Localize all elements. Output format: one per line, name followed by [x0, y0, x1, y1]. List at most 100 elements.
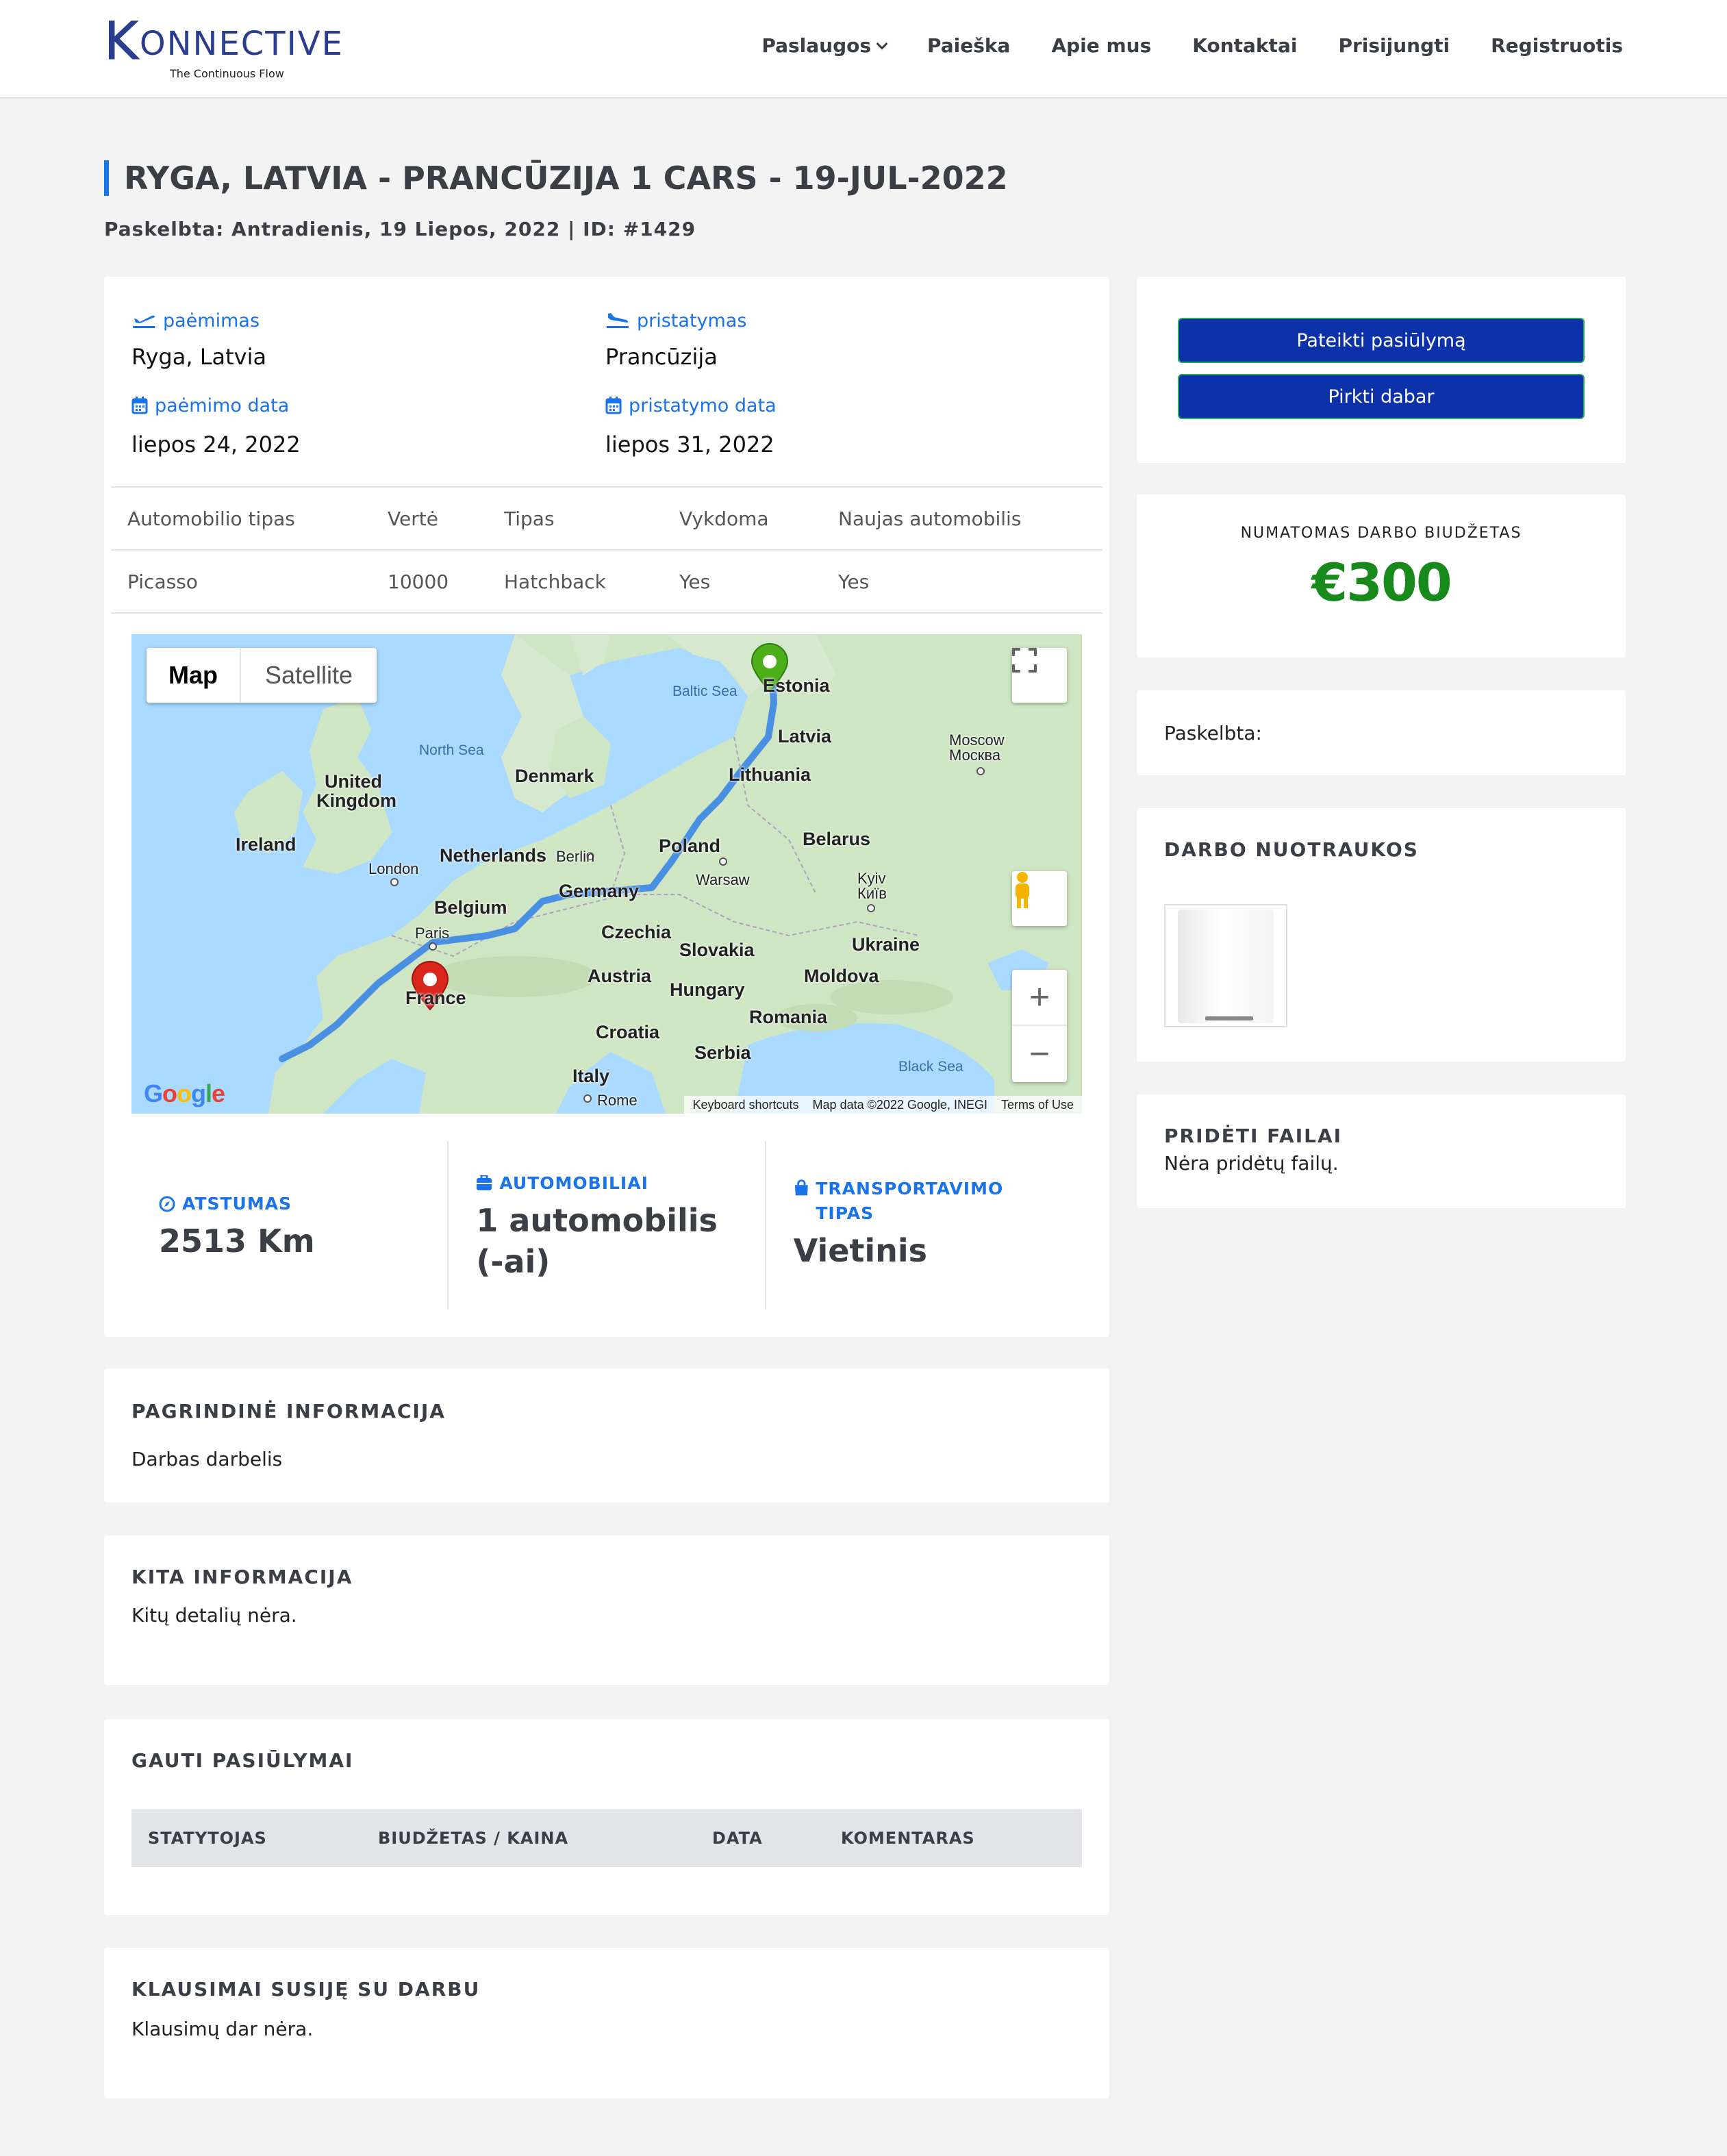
table-header-row: Automobilio tipas Vertė Tipas Vykdoma Na…	[111, 486, 1102, 550]
nav-services[interactable]: Paslaugos	[761, 34, 888, 57]
map-label: Denmark	[515, 766, 594, 786]
map-label: Kingdom	[316, 790, 396, 811]
bids-table-header: STATYTOJAS BIUDŽETAS / KAINA DATA KOMENT…	[131, 1809, 1082, 1867]
page-title: RYGA, LATVIA - PRANCŪZIJA 1 CARS - 19-JU…	[104, 160, 1008, 196]
chevron-down-icon	[876, 38, 888, 49]
terms-link[interactable]: Terms of Use	[1001, 1098, 1074, 1112]
table-cell: Hatchback	[488, 549, 663, 614]
fullscreen-button[interactable]	[1012, 648, 1067, 703]
table-cell: Yes	[822, 549, 1102, 614]
map-label: Moldova	[804, 966, 879, 986]
map-label: Netherlands	[440, 845, 547, 866]
files-card: PRIDĖTI FAILAI Nėra pridėtų failų.	[1137, 1094, 1626, 1208]
map-label: London	[368, 860, 419, 877]
column-header: Tipas	[488, 486, 663, 550]
table-cell: 10000	[371, 549, 488, 614]
map-label: Київ	[857, 885, 887, 902]
map-label: Slovakia	[679, 940, 755, 960]
submit-offer-button[interactable]: Pateikti pasiūlymą	[1178, 318, 1585, 363]
map-label: Berlin	[556, 848, 595, 865]
map-label: Italy	[572, 1066, 610, 1086]
map-label: Poland	[659, 836, 721, 856]
distance-label: ATSTUMAS	[182, 1194, 292, 1214]
posted-label: Paskelbta:	[1164, 722, 1262, 744]
files-text: Nėra pridėtų failų.	[1164, 1152, 1339, 1175]
map-label: Belarus	[803, 829, 871, 849]
map-label: Baltic Sea	[672, 684, 738, 699]
vehicle-specs-table: Automobilio tipas Vertė Tipas Vykdoma Na…	[111, 486, 1102, 614]
logo-tagline: The Continuous Flow	[170, 67, 284, 80]
column-header: STATYTOJAS	[148, 1829, 267, 1848]
map-label: Austria	[588, 966, 652, 986]
main-info-title: PAGRINDINĖ INFORMACIJA	[131, 1400, 446, 1422]
cars-label: AUTOMOBILIAI	[499, 1173, 648, 1193]
google-logo: Google	[144, 1079, 225, 1107]
table-cell: Yes	[663, 549, 822, 614]
delivery-label: pristatymas	[637, 310, 747, 331]
satellite-tab[interactable]: Satellite	[241, 648, 377, 703]
map-label: Paris	[415, 925, 450, 942]
map-label: Rome	[597, 1092, 638, 1109]
map-label: Hungary	[670, 979, 745, 1000]
table-cell: Picasso	[111, 549, 371, 614]
delivery-block: pristatymas Prancūzija pristatymo data l…	[605, 307, 777, 459]
street-view-button[interactable]	[1012, 871, 1067, 926]
nav-about[interactable]: Apie mus	[1051, 34, 1151, 57]
cars-stat: AUTOMOBILIAI 1 automobilis (-ai)	[447, 1141, 764, 1309]
nav-register[interactable]: Registruotis	[1491, 34, 1623, 57]
job-photo-thumbnail[interactable]	[1164, 904, 1287, 1027]
nav-contacts[interactable]: Kontaktai	[1192, 34, 1297, 57]
pickup-value: Ryga, Latvia	[131, 344, 267, 370]
map-tab[interactable]: Map	[147, 648, 241, 703]
bids-title: GAUTI PASIŪLYMAI	[131, 1749, 354, 1772]
map-label: Black Sea	[898, 1059, 963, 1075]
delivery-date-label: pristatymo data	[629, 394, 777, 416]
budget-label: NUMATOMAS DARBO BIUDŽETAS	[1240, 525, 1522, 542]
budget-card: NUMATOMAS DARBO BIUDŽETAS €300	[1137, 494, 1626, 657]
files-title: PRIDĖTI FAILAI	[1164, 1125, 1343, 1147]
compass-icon	[159, 1196, 175, 1212]
other-info-title: KITA INFORMACIJA	[131, 1566, 353, 1588]
logo-letter: K	[104, 10, 140, 71]
delivery-value: Prancūzija	[605, 344, 718, 370]
map-label: Москва	[949, 747, 1001, 764]
budget-value: €300	[1311, 552, 1452, 613]
bids-card: GAUTI PASIŪLYMAI STATYTOJAS BIUDŽETAS / …	[104, 1719, 1109, 1915]
column-header: Automobilio tipas	[111, 486, 371, 550]
pickup-date-label: paėmimo data	[155, 394, 290, 416]
actions-card: Pateikti pasiūlymą Pirkti dabar	[1137, 277, 1626, 463]
pickup-label: paėmimas	[163, 310, 260, 331]
questions-text: Klausimų dar nėra.	[131, 2018, 314, 2040]
route-map[interactable]: Baltic Sea Estonia Latvia Moscow Москва …	[131, 634, 1082, 1114]
logo[interactable]: KONNECTIVE The Continuous Flow	[104, 14, 351, 84]
job-stats: ATSTUMAS 2513 Km AUTOMOBILIAI 1 automobi…	[131, 1141, 1082, 1309]
map-label: Latvia	[778, 726, 832, 747]
nav-search[interactable]: Paieška	[927, 34, 1010, 57]
column-header: BIUDŽETAS / KAINA	[378, 1829, 569, 1848]
questions-title: KLAUSIMAI SUSIJĘ SU DARBU	[131, 1978, 481, 2001]
column-header: Naujas automobilis	[822, 486, 1102, 550]
map-label: United	[325, 771, 382, 792]
calendar-icon	[131, 397, 148, 414]
zoom-out-button[interactable]: −	[1012, 1026, 1067, 1082]
map-label: Ukraine	[852, 934, 920, 955]
logo-text: ONNECTIVE	[139, 25, 344, 63]
transport-label: TRANSPORTAVIMO TIPAS	[816, 1179, 1004, 1223]
zoom-control: + −	[1012, 970, 1067, 1082]
zoom-in-button[interactable]: +	[1012, 970, 1067, 1026]
map-label: Lithuania	[729, 764, 811, 785]
buy-now-button[interactable]: Pirkti dabar	[1178, 374, 1585, 419]
map-label: France	[405, 988, 466, 1008]
main-info-card: PAGRINDINĖ INFORMACIJA Darbas darbelis	[104, 1368, 1109, 1503]
delivery-date-value: liepos 31, 2022	[605, 431, 774, 457]
keyboard-shortcuts-link[interactable]: Keyboard shortcuts	[692, 1098, 798, 1112]
pegman-icon	[1016, 872, 1029, 908]
map-label: Serbia	[694, 1042, 751, 1063]
map-data-text: Map data ©2022 Google, INEGI	[812, 1097, 987, 1112]
site-header: KONNECTIVE The Continuous Flow Paslaugos…	[0, 0, 1727, 99]
other-info-card: KITA INFORMACIJA Kitų detalių nėra.	[104, 1535, 1109, 1685]
nav-login[interactable]: Prisijungti	[1338, 34, 1450, 57]
photos-title: DARBO NUOTRAUKOS	[1164, 838, 1419, 861]
plane-arrival-icon	[607, 313, 629, 328]
calendar-icon	[605, 397, 622, 414]
